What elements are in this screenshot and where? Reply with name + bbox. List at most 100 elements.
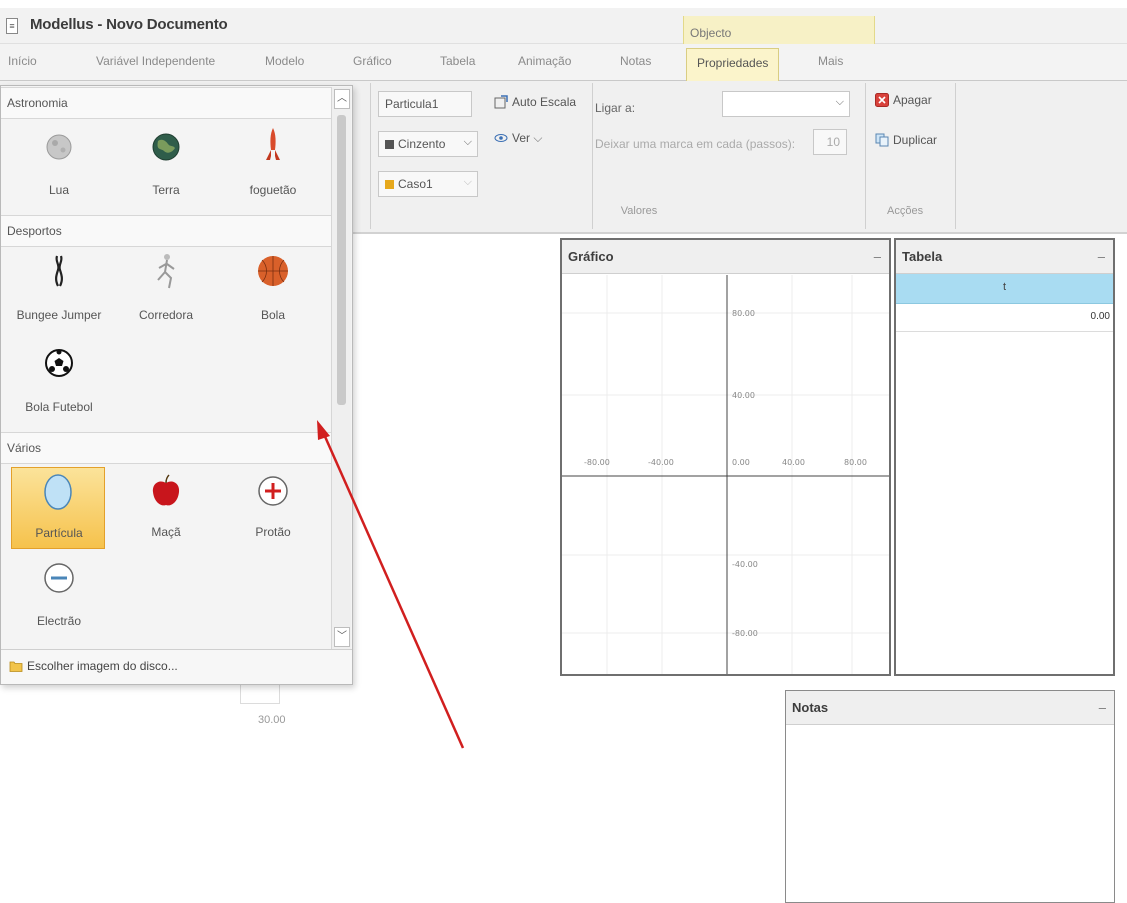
x-tick-label: 40.00 [782, 458, 805, 467]
table-panel: Tabela – t 0.00 [894, 238, 1115, 676]
graph-panel-header: Gráfico – [562, 240, 889, 274]
color-select[interactable]: Cinzento ⌵ [378, 131, 478, 157]
minimize-icon[interactable]: – [1099, 700, 1106, 715]
ribbon-divider [865, 83, 866, 229]
palette-item-label: Electrão [36, 614, 82, 628]
apple-icon [152, 474, 180, 506]
x-tick-label: 0.00 [732, 458, 750, 467]
scroll-thumb[interactable] [337, 115, 346, 405]
palette-item-electrao[interactable]: Electrão [9, 556, 109, 636]
choose-image-from-disk-button[interactable]: Escolher imagem do disco... [1, 649, 352, 684]
canvas-axis-value: 30.00 [258, 714, 286, 726]
view-label: Ver [512, 131, 531, 145]
category-header-astronomia: Astronomia [1, 87, 331, 119]
tab-mais[interactable]: Mais [818, 54, 843, 68]
duplicate-button[interactable]: Duplicar [875, 133, 937, 147]
moon-icon [46, 134, 72, 160]
palette-item-corredora[interactable]: Corredora [116, 250, 216, 330]
category-header-varios: Vários [1, 432, 331, 464]
minimize-icon[interactable]: – [874, 249, 881, 264]
scroll-up-button[interactable]: ︿ [334, 89, 350, 109]
color-swatch [385, 140, 394, 149]
group-label-values: Valores [620, 205, 658, 217]
table-column-header[interactable]: t [896, 274, 1113, 304]
case-swatch [385, 180, 394, 189]
palette-item-bola[interactable]: Bola [223, 250, 323, 330]
palette-item-terra[interactable]: Terra [116, 126, 216, 206]
category-header-desportos: Desportos [1, 215, 331, 247]
palette-item-label: Bola Futebol [25, 400, 93, 414]
view-button[interactable]: Ver ⌵ [494, 131, 542, 146]
x-tick-label: -40.00 [648, 458, 674, 467]
table-panel-title: Tabela [902, 249, 943, 264]
document-icon: ≡ [6, 18, 18, 34]
palette-item-bungee-jumper[interactable]: Bungee Jumper [9, 250, 109, 330]
eye-icon [494, 134, 508, 142]
mark-steps-field[interactable]: 10 [813, 129, 847, 155]
x-tick-label: -80.00 [584, 458, 610, 467]
graph-panel: Gráfico – -80.00 -40.00 0.00 40.00 80.00… [560, 238, 891, 676]
y-tick-label: 80.00 [732, 309, 755, 318]
case-select[interactable]: Caso1 ⌵ [378, 171, 478, 197]
link-select[interactable]: ⌵ [722, 91, 850, 117]
minimize-icon[interactable]: – [1098, 249, 1105, 264]
chevron-down-icon: ⌵ [533, 131, 543, 145]
palette-item-label: Protão [255, 525, 291, 539]
earth-icon [152, 133, 180, 161]
tab-variavel-independente[interactable]: Variável Independente [96, 54, 215, 68]
chevron-down-icon: ⌵ [835, 96, 844, 108]
table-cell[interactable]: 0.00 [896, 304, 1113, 332]
group-label-actions: Acções [887, 205, 924, 217]
folder-icon [9, 661, 23, 672]
auto-scale-icon [494, 95, 508, 109]
palette-item-protao[interactable]: Protão [223, 467, 323, 549]
palette-item-bola-futebol[interactable]: Bola Futebol [9, 344, 109, 424]
notes-panel-title: Notas [792, 700, 829, 715]
y-tick-label: 40.00 [732, 391, 755, 400]
tab-inicio[interactable]: Início [8, 54, 37, 68]
graph-panel-title: Gráfico [568, 249, 614, 264]
palette-item-particula[interactable]: Partícula [11, 467, 105, 549]
ribbon-tabs: Início Variável Independente Modelo Gráf… [0, 44, 1127, 82]
tab-tabela[interactable]: Tabela [440, 54, 475, 68]
ribbon-divider [370, 83, 371, 229]
scroll-down-button[interactable]: ﹀ [334, 627, 350, 647]
duplicate-label: Duplicar [893, 133, 938, 147]
table-panel-header: Tabela – [896, 240, 1113, 274]
particle-icon [44, 474, 72, 510]
object-name-field[interactable]: Particula1 [378, 91, 472, 117]
proton-icon [258, 476, 288, 506]
delete-icon [875, 93, 889, 107]
palette-scrollbar[interactable]: ︿ ﹀ [331, 87, 351, 649]
palette-item-maca[interactable]: Maçã [116, 467, 216, 549]
delete-label: Apagar [893, 93, 932, 107]
mark-label: Deixar uma marca em cada (passos): [595, 137, 796, 151]
delete-button[interactable]: Apagar [875, 93, 932, 107]
auto-scale-button[interactable]: Auto Escala [494, 95, 576, 109]
palette-item-foguetao[interactable]: foguetão [223, 126, 323, 206]
soccer-ball-icon [45, 349, 73, 377]
notes-panel: Notas – [785, 690, 1115, 903]
tab-notas[interactable]: Notas [620, 54, 651, 68]
context-group-label: Objecto [690, 26, 732, 40]
palette-item-lua[interactable]: Lua [9, 126, 109, 206]
electron-icon [44, 563, 74, 593]
duplicate-icon [875, 133, 889, 147]
palette-item-label: Corredora [138, 308, 194, 322]
notes-text-area[interactable] [786, 726, 1114, 902]
tab-propriedades[interactable]: Propriedades [686, 48, 780, 82]
chevron-down-icon: ⌵ [463, 136, 472, 148]
choose-image-label: Escolher imagem do disco... [27, 659, 178, 673]
tab-animacao[interactable]: Animação [518, 54, 571, 68]
case-select-value: Caso1 [398, 177, 433, 191]
tab-grafico[interactable]: Gráfico [353, 54, 392, 68]
tab-modelo[interactable]: Modelo [265, 54, 304, 68]
link-label: Ligar a: [595, 101, 636, 115]
graph-plot[interactable]: -80.00 -40.00 0.00 40.00 80.00 80.00 40.… [562, 275, 889, 674]
y-tick-label: -40.00 [732, 560, 758, 569]
notes-panel-header: Notas – [786, 691, 1114, 725]
title-bar: ≡ Modellus - Novo Documento Objecto [0, 8, 1127, 52]
palette-item-label: Lua [48, 183, 70, 197]
palette-item-label: Maçã [151, 525, 181, 539]
ribbon-divider [955, 83, 956, 229]
